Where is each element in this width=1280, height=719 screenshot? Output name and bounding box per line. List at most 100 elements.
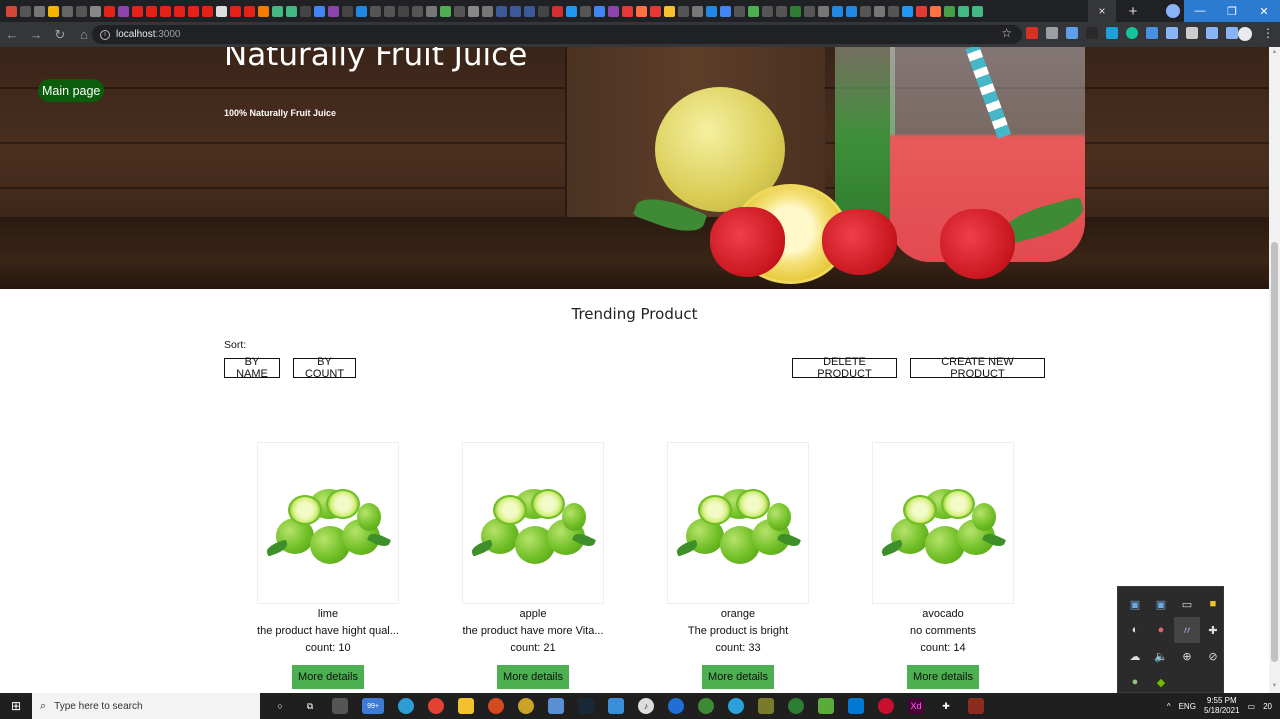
tab-favicon-icon[interactable]	[538, 5, 549, 17]
app-icon[interactable]	[332, 698, 348, 714]
tab-favicon-icon[interactable]	[244, 5, 255, 17]
reload-icon[interactable]: ↻	[48, 22, 72, 47]
taskbar-search-box[interactable]: ⌕ Type here to search	[32, 693, 260, 719]
tab-favicon-icon[interactable]	[622, 5, 633, 17]
tab-favicon-icon[interactable]	[664, 5, 675, 17]
tab-favicon-icon[interactable]	[580, 5, 591, 17]
tab-favicon-icon[interactable]	[258, 5, 269, 17]
new-tab-button[interactable]: +	[1122, 0, 1144, 22]
tab-favicon-icon[interactable]	[790, 5, 801, 17]
opera-icon[interactable]	[878, 698, 894, 714]
steam-icon[interactable]	[578, 698, 594, 714]
tab-search-icon[interactable]	[1166, 4, 1180, 18]
app-icon[interactable]	[518, 698, 534, 714]
app-icon[interactable]: ✚	[938, 698, 954, 714]
tab-favicon-icon[interactable]	[160, 5, 171, 17]
tab-favicon-icon[interactable]	[776, 5, 787, 17]
tab-favicon-icon[interactable]	[972, 5, 983, 17]
sort-by-name-button[interactable]: BY NAME	[224, 356, 280, 380]
tab-favicon-icon[interactable]	[370, 5, 381, 17]
tab-favicon-icon[interactable]	[314, 5, 325, 17]
tab-favicon-icon[interactable]	[454, 5, 465, 17]
tray-display-icon[interactable]: ▭	[1174, 591, 1200, 617]
tab-favicon-icon[interactable]	[944, 5, 955, 17]
app-icon[interactable]	[668, 698, 684, 714]
bookmark-star-icon[interactable]: ☆	[1001, 26, 1012, 40]
site-info-icon[interactable]: i	[100, 29, 110, 40]
task-view-icon[interactable]: ⧉	[302, 698, 318, 714]
tray-app-icon[interactable]: ✚	[1200, 617, 1226, 643]
extension-icon[interactable]	[1186, 27, 1198, 39]
more-details-button[interactable]: More details	[907, 665, 979, 689]
extension-icon[interactable]	[1066, 27, 1078, 39]
extension-icon[interactable]	[1046, 27, 1058, 39]
more-details-button[interactable]: More details	[497, 665, 569, 689]
tray-app-icon[interactable]: ⊘	[1200, 643, 1226, 669]
tray-app-icon[interactable]: ⊕	[1174, 643, 1200, 669]
app-icon[interactable]	[488, 698, 504, 714]
tray-app-icon[interactable]: ▣	[1148, 591, 1174, 617]
tray-app-icon[interactable]: ■	[1200, 591, 1226, 617]
tab-favicon-icon[interactable]	[300, 5, 311, 17]
taskbar-clock[interactable]: 9:55 PM 5/18/2021	[1204, 696, 1240, 716]
page-scrollbar[interactable]: ▲ ▼	[1269, 47, 1280, 693]
tab-favicon-icon[interactable]	[76, 5, 87, 17]
tab-favicon-icon[interactable]	[734, 5, 745, 17]
tab-favicon-icon[interactable]	[426, 5, 437, 17]
more-details-button[interactable]: More details	[702, 665, 774, 689]
tab-favicon-icon[interactable]	[692, 5, 703, 17]
tab-favicon-icon[interactable]	[104, 5, 115, 17]
create-product-button[interactable]: CREATE NEW PRODUCT	[910, 356, 1045, 380]
tab-favicon-icon[interactable]	[132, 5, 143, 17]
extension-icon[interactable]	[1166, 27, 1178, 39]
address-bar[interactable]: i localhost :3000 ☆	[92, 25, 1022, 44]
tab-favicon-icon[interactable]	[902, 5, 913, 17]
tray-app-icon[interactable]: ◐	[1122, 617, 1148, 643]
tab-favicon-icon[interactable]	[174, 5, 185, 17]
tab-favicon-icon[interactable]	[482, 5, 493, 17]
extensions-puzzle-icon[interactable]	[1206, 27, 1218, 39]
notification-center-icon[interactable]: ▭	[1248, 702, 1256, 711]
tab-favicon-icon[interactable]	[118, 5, 129, 17]
app-icon[interactable]	[548, 698, 564, 714]
delete-product-button[interactable]: DELETE PRODUCT	[792, 356, 897, 380]
tray-app-icon[interactable]: ●	[1148, 617, 1174, 643]
profile-avatar[interactable]	[1238, 27, 1252, 41]
more-details-button[interactable]: More details	[292, 665, 364, 689]
chrome-icon[interactable]	[428, 698, 444, 714]
media-icon[interactable]	[1226, 27, 1238, 39]
extension-icon[interactable]	[1106, 27, 1118, 39]
tab-favicon-icon[interactable]	[510, 5, 521, 17]
app-icon[interactable]	[608, 698, 624, 714]
show-hidden-icons-chevron[interactable]: ^	[1167, 702, 1171, 711]
tab-favicon-icon[interactable]	[832, 5, 843, 17]
tray-nvidia-icon[interactable]: ◆	[1148, 669, 1174, 695]
tab-favicon-icon[interactable]	[398, 5, 409, 17]
tab-favicon-icon[interactable]	[748, 5, 759, 17]
tab-favicon-icon[interactable]	[566, 5, 577, 17]
tab-favicon-icon[interactable]	[650, 5, 661, 17]
app-icon[interactable]	[818, 698, 834, 714]
tab-favicon-icon[interactable]	[286, 5, 297, 17]
tab-favicon-icon[interactable]	[860, 5, 871, 17]
app-icon[interactable]	[968, 698, 984, 714]
tab-favicon-icon[interactable]	[804, 5, 815, 17]
telegram-icon[interactable]	[728, 698, 744, 714]
scroll-down-arrow[interactable]: ▼	[1271, 683, 1278, 691]
tab-favicon-icon[interactable]	[146, 5, 157, 17]
tab-favicon-icon[interactable]	[62, 5, 73, 17]
app-icon[interactable]	[788, 698, 804, 714]
extension-icon[interactable]	[1026, 27, 1038, 39]
scrollbar-thumb[interactable]	[1271, 242, 1278, 662]
active-tab-close-button[interactable]: ×	[1088, 0, 1116, 22]
language-indicator[interactable]: ENG	[1179, 702, 1196, 711]
tab-favicon-icon[interactable]	[202, 5, 213, 17]
sort-by-count-button[interactable]: BY COUNT	[293, 356, 356, 380]
tab-favicon-icon[interactable]	[384, 5, 395, 17]
tab-favicon-icon[interactable]	[720, 5, 731, 17]
itunes-icon[interactable]: ♪	[638, 698, 654, 714]
tab-favicon-icon[interactable]	[20, 5, 31, 17]
tab-favicon-icon[interactable]	[90, 5, 101, 17]
forward-icon[interactable]: →	[24, 22, 48, 47]
file-explorer-icon[interactable]	[458, 698, 474, 714]
